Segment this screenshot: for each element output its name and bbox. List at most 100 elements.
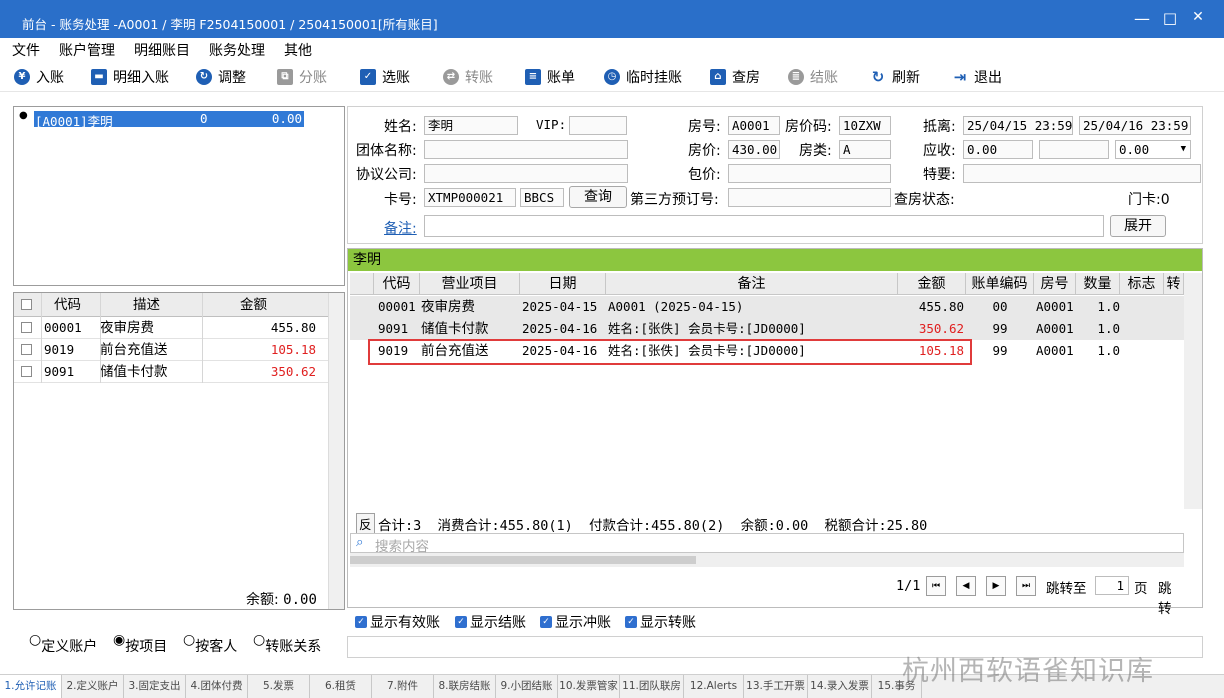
bill-note: A0001 (2025-04-15)	[608, 299, 744, 314]
account-item-selected[interactable]: [A0001]李明 0 0.00	[34, 111, 304, 129]
radio-by-item[interactable]: ◉ 按项目	[113, 632, 167, 655]
menu-detail[interactable]: 明细账目	[134, 40, 190, 60]
menu-billing[interactable]: 账务处理	[209, 40, 265, 60]
receivable-field[interactable]: 0.00	[963, 140, 1033, 159]
receivable-select[interactable]: 0.00 ▼	[1115, 140, 1191, 159]
tab-invoice-manager[interactable]: 10.发票管家	[558, 675, 620, 698]
show-valid-checkbox[interactable]: ✓ 显示有效账	[355, 612, 440, 632]
show-reversed-checkbox[interactable]: ✓ 显示冲账	[540, 612, 611, 632]
departure-field[interactable]: 25/04/16 23:59	[1079, 116, 1191, 135]
tab-team-linked-room[interactable]: 11.团队联房	[620, 675, 684, 698]
tab-manual-invoice[interactable]: 13.手工开票	[744, 675, 808, 698]
goto-button[interactable]: 跳转	[1158, 577, 1184, 617]
show-settled-checkbox[interactable]: ✓ 显示结账	[455, 612, 526, 632]
radio-by-guest[interactable]: ○ 按客人	[183, 632, 237, 655]
remark-field[interactable]	[424, 215, 1104, 237]
menu-account[interactable]: 账户管理	[59, 40, 115, 60]
bill-row[interactable]: 9091 储值卡付款 2025-04-16 姓名:[张佚] 会员卡号:[JD00…	[350, 318, 1184, 340]
menu-file[interactable]: 文件	[12, 40, 40, 60]
radio-label: 按客人	[195, 639, 238, 655]
query-button[interactable]: 查询	[569, 186, 627, 208]
table-row[interactable]: 00001 夜审房费 455.80	[14, 317, 330, 339]
first-page-icon[interactable]: ⏮	[926, 576, 946, 596]
tab-alerts[interactable]: 12.Alerts	[684, 675, 744, 698]
tab-rental[interactable]: 6.租赁	[310, 675, 372, 698]
refresh-button[interactable]: ↻ 刷新	[870, 66, 920, 88]
package-field[interactable]	[728, 164, 891, 183]
tab-group-payment[interactable]: 4.团体付费	[186, 675, 248, 698]
account-amount: 0.00	[271, 111, 302, 126]
tab-enter-invoice[interactable]: 14.录入发票	[808, 675, 872, 698]
price-field[interactable]: 430.00	[728, 140, 780, 159]
third-party-field[interactable]	[728, 188, 891, 207]
card-type-field[interactable]: BBCS	[520, 188, 564, 207]
tab-small-group-checkout[interactable]: 9.小团结账	[496, 675, 558, 698]
post-button[interactable]: ¥ 入账	[14, 66, 64, 88]
table-row[interactable]: 9019 前台充值送 105.18	[14, 339, 330, 361]
vertical-scrollbar[interactable]	[328, 293, 344, 609]
split-label: 分账	[299, 70, 327, 86]
expand-button[interactable]: 展开	[1110, 215, 1166, 237]
row-checkbox[interactable]	[21, 366, 32, 377]
header-amount: 金额	[240, 297, 267, 313]
arrival-field[interactable]: 25/04/15 23:59	[963, 116, 1073, 135]
scroll-thumb[interactable]	[350, 556, 696, 564]
room-field[interactable]: A0001	[728, 116, 780, 135]
bill-code: 00001	[378, 299, 416, 314]
search-input[interactable]: ⌕ 搜索内容	[350, 533, 1184, 555]
bill-row[interactable]: 00001 夜审房费 2025-04-15 A0001 (2025-04-15)…	[350, 296, 1184, 318]
bill-item: 储值卡付款	[421, 321, 489, 337]
receivable-field-2[interactable]	[1039, 140, 1109, 159]
menu-other[interactable]: 其他	[284, 40, 312, 60]
remark-link[interactable]: 备注:	[384, 218, 417, 238]
bill-vertical-scrollbar[interactable]	[1184, 273, 1202, 509]
menu-bar: 文件 账户管理 明细账目 账务处理 其他	[0, 38, 1224, 60]
exit-button[interactable]: ⇥ 退出	[952, 66, 1002, 88]
tab-invoice[interactable]: 5.发票	[248, 675, 310, 698]
room-price-code-field[interactable]: 10ZXW	[839, 116, 891, 135]
bill-button[interactable]: ≡ 账单	[525, 66, 575, 88]
prev-page-icon[interactable]: ◀	[956, 576, 976, 596]
col-divider	[41, 293, 42, 383]
transfer-button[interactable]: ⇄ 转账	[443, 66, 493, 88]
tab-attachment[interactable]: 7.附件	[372, 675, 434, 698]
split-button[interactable]: ⧉ 分账	[277, 66, 327, 88]
group-field[interactable]	[424, 140, 628, 159]
door-card-label: 门卡:	[1128, 192, 1161, 208]
reverse-button[interactable]: 反	[356, 513, 375, 534]
name-field[interactable]: 李明	[424, 116, 518, 135]
company-field[interactable]	[424, 164, 628, 183]
radio-label: 转账关系	[265, 639, 322, 655]
close-button[interactable]: ✕	[1186, 9, 1210, 25]
select-all-checkbox[interactable]	[21, 299, 32, 310]
check-room-button[interactable]: ⌂ 查房	[710, 66, 760, 88]
temp-hang-button[interactable]: ◷ 临时挂账	[604, 66, 682, 88]
vip-field[interactable]	[569, 116, 627, 135]
minimize-button[interactable]: —	[1130, 9, 1154, 28]
next-page-icon[interactable]: ▶	[986, 576, 1006, 596]
tab-allow-posting[interactable]: 1.允许记账	[0, 675, 62, 698]
detail-post-button[interactable]: ▬ 明细入账	[91, 66, 169, 88]
last-page-icon[interactable]: ⏭	[1016, 576, 1036, 596]
radio-label: 定义账户	[41, 639, 98, 655]
row-checkbox[interactable]	[21, 322, 32, 333]
select-button[interactable]: ✓ 选账	[360, 66, 410, 88]
room-type-field[interactable]: A	[839, 140, 891, 159]
tab-linked-checkout[interactable]: 8.联房结账	[434, 675, 496, 698]
show-transfer-checkbox[interactable]: ✓ 显示转账	[625, 612, 696, 632]
tab-fixed-expense[interactable]: 3.固定支出	[124, 675, 186, 698]
horizontal-scrollbar[interactable]	[350, 553, 1184, 567]
row-desc: 储值卡付款	[100, 364, 168, 380]
maximize-button[interactable]: □	[1158, 9, 1182, 27]
table-row[interactable]: 9091 储值卡付款 350.62	[14, 361, 330, 383]
row-checkbox[interactable]	[21, 344, 32, 355]
card-field[interactable]: XTMP000021	[424, 188, 516, 207]
goto-page-input[interactable]: 1	[1095, 576, 1129, 595]
radio-transfer-relation[interactable]: ○ 转账关系	[253, 632, 321, 655]
special-field[interactable]	[963, 164, 1201, 183]
adjust-button[interactable]: ↻ 调整	[196, 66, 246, 88]
tab-define-account[interactable]: 2.定义账户	[62, 675, 124, 698]
checkout-button[interactable]: ≣ 结账	[788, 66, 838, 88]
page-indicator: 1/1	[896, 578, 921, 594]
radio-define-account[interactable]: ○ 定义账户	[29, 632, 97, 655]
